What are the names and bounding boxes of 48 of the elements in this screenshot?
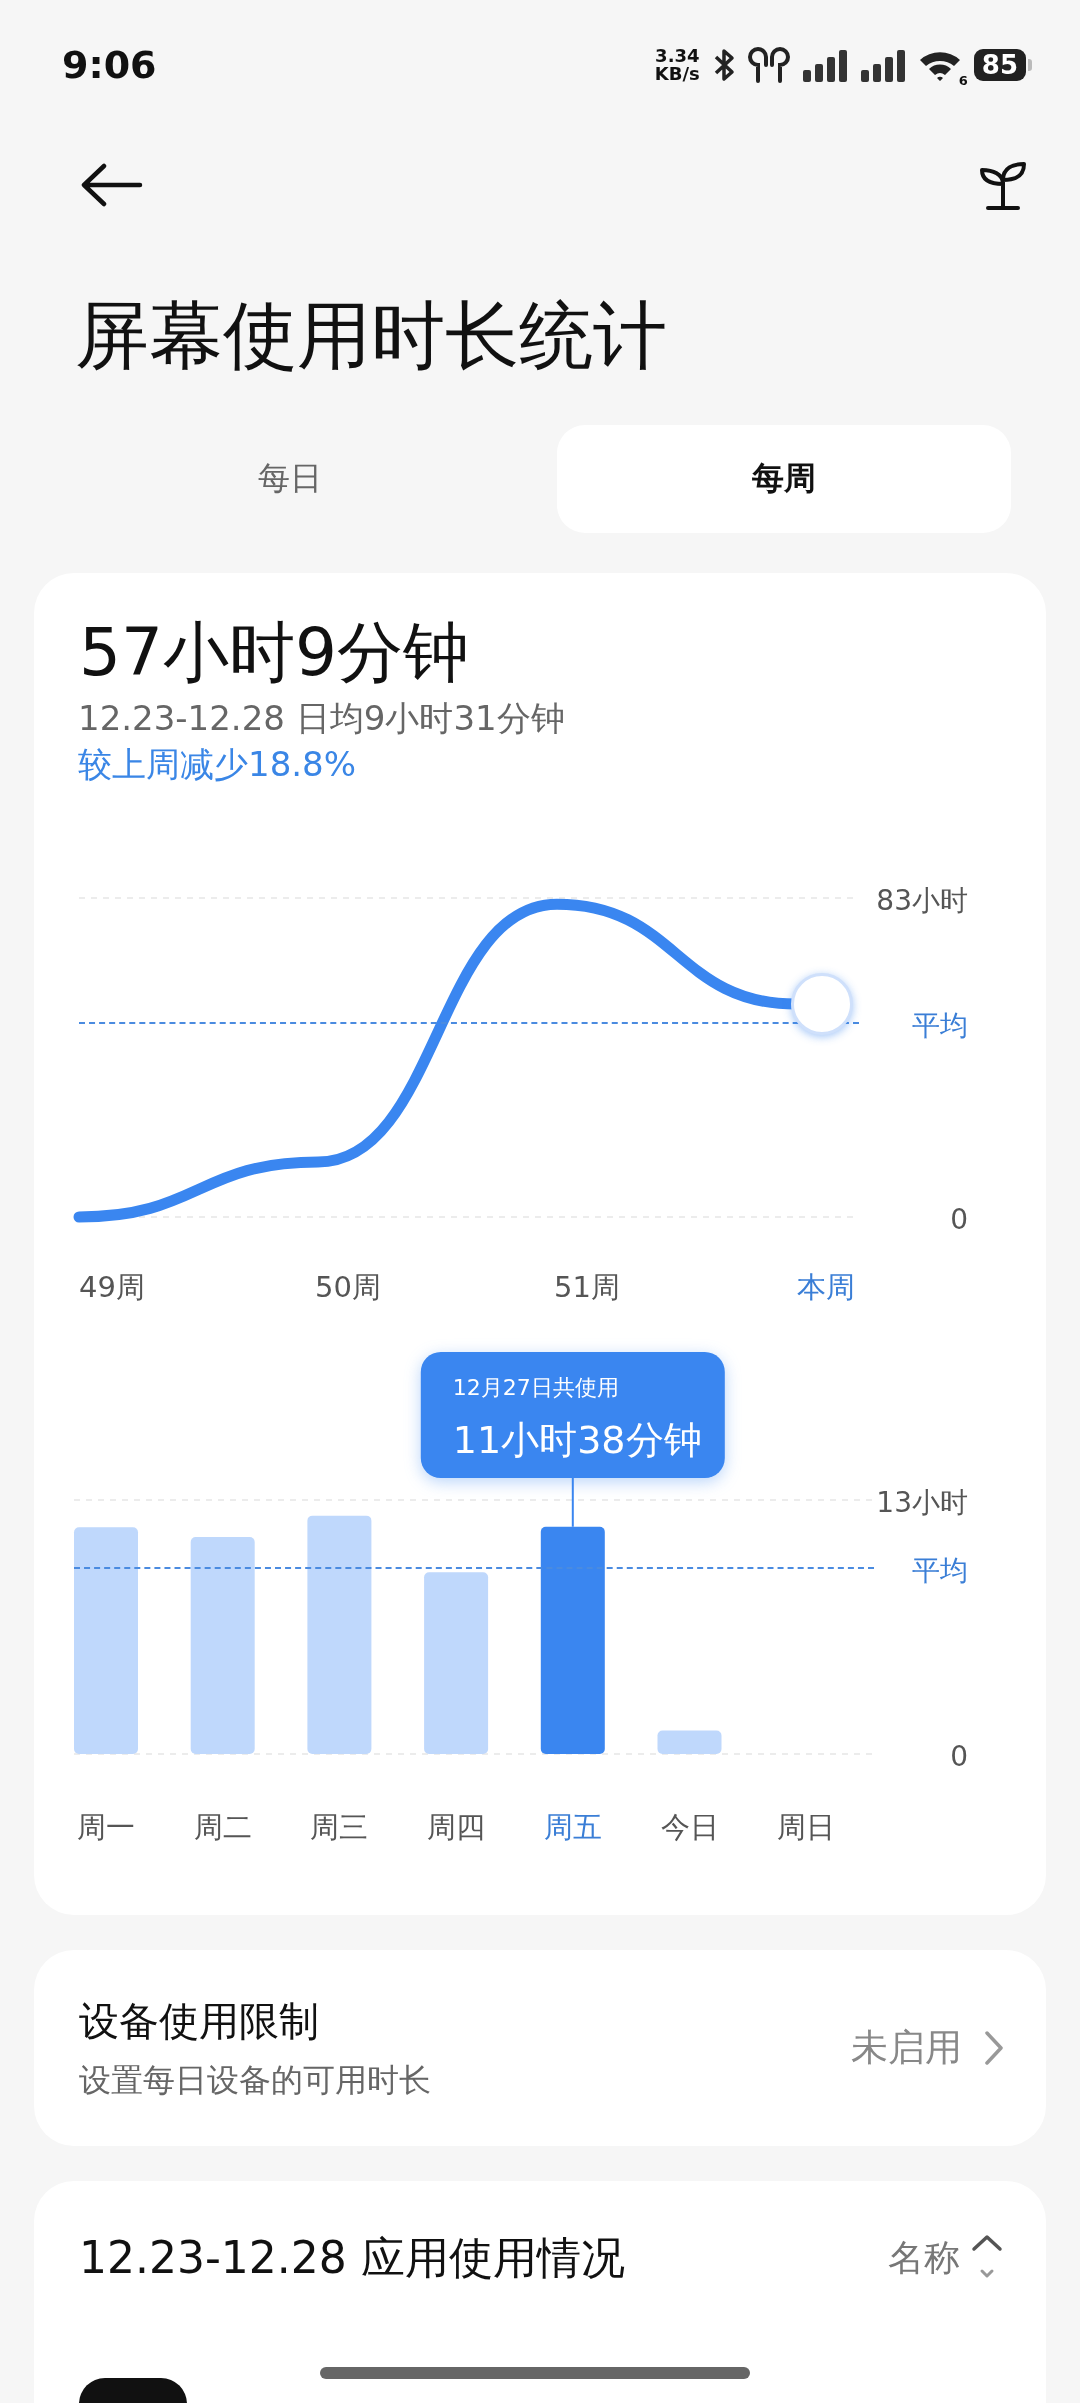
limit-row[interactable]: 设备使用限制 设置每日设备的可用时长 未启用 [34,1950,1046,2146]
bar[interactable] [657,1730,722,1754]
limit-status: 未启用 [851,2025,962,2071]
average-label: 平均 [912,1009,968,1043]
axis-label[interactable]: 周三 [310,1810,369,1844]
point-marker[interactable] [791,973,853,1036]
network-speed: 3.34 [654,47,700,65]
bar[interactable] [424,1572,489,1754]
total-duration: 57小时9分钟 [78,613,470,693]
axis-label[interactable]: 周二 [193,1810,252,1844]
signal-icon [801,48,848,82]
clock-time: 9:06 [62,43,157,87]
network-speed-unit: KB/s [654,65,700,83]
chevron-right-icon [984,2030,1004,2066]
sort-label[interactable]: 名称 [888,2234,960,2283]
tab[interactable]: 每周 [556,425,1011,533]
section-title: 12.23-12.28 应用使用情况 [79,2231,625,2285]
page-title: 屏幕使用时长统计 [74,291,668,380]
tab[interactable]: 每日 [63,425,518,533]
limit-subtitle: 设置每日设备的可用时长 [79,2059,431,2101]
axis-label[interactable]: 50周 [315,1270,381,1304]
home-indicator[interactable] [320,2367,750,2379]
tooltip-value: 11小时38分钟 [452,1418,702,1462]
average-label: 平均 [912,1554,968,1588]
axis-label: 0 [950,1203,968,1236]
axis-label[interactable]: 51周 [554,1270,620,1304]
axis-label[interactable]: 周日 [777,1810,836,1844]
axis-label[interactable]: 周四 [427,1810,486,1844]
axis-label[interactable]: 本周 [797,1270,855,1304]
axis-label: 0 [950,1740,968,1773]
axis-label[interactable]: 周一 [77,1810,135,1844]
signal-icon [859,48,906,82]
axis-label[interactable]: 49周 [79,1270,145,1304]
earbuds-icon [747,47,790,83]
axis-label[interactable]: 今日 [660,1810,719,1844]
wifi-standard-label: 6 [958,73,968,88]
limit-title: 设备使用限制 [79,1996,320,2046]
tooltip-title: 12月27日共使用 [452,1375,619,1400]
bar[interactable] [540,1526,605,1754]
axis-label: 13小时 [876,1486,968,1519]
bar[interactable] [307,1515,372,1754]
leader-line [571,1477,574,1528]
week-change: 较上周减少18.8% [77,743,357,786]
bar[interactable] [190,1537,255,1754]
axis-label[interactable]: 周五 [543,1810,602,1844]
axis-label: 83小时 [876,884,968,917]
daily-average: 12.23-12.28 日均9小时31分钟 [77,697,566,740]
back-arrow-icon[interactable] [80,163,144,207]
